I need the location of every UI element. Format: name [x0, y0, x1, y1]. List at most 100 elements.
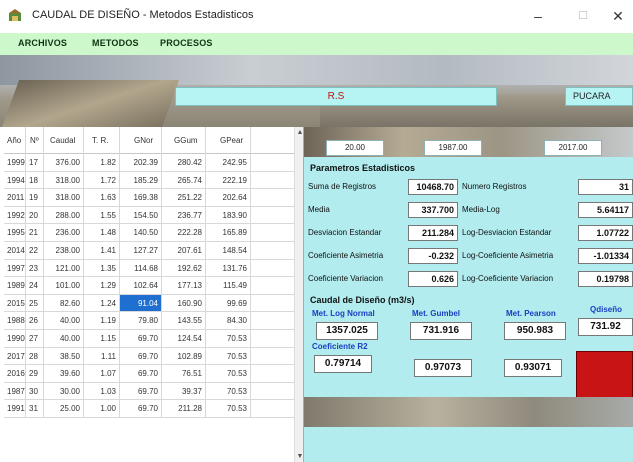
cell-gpear[interactable]: 242.95	[206, 154, 251, 171]
media-field[interactable]: 337.700	[408, 202, 458, 218]
col-header-tr[interactable]: T. R.	[84, 127, 120, 154]
cell-numero[interactable]: 27	[26, 330, 44, 347]
cell-caudal[interactable]: 318.00	[44, 171, 84, 189]
cell-tr[interactable]: 1.41	[84, 242, 120, 259]
end-year-input[interactable]: 2017.00	[544, 140, 602, 156]
cell-anio[interactable]: 1991	[4, 400, 26, 417]
cell-anio[interactable]: 1994	[4, 171, 26, 189]
cell-gnor[interactable]: 69.70	[120, 365, 162, 382]
cell-caudal[interactable]: 376.00	[44, 154, 84, 171]
cell-anio[interactable]: 1997	[4, 259, 26, 277]
table-row[interactable]: 1994 18 318.00 1.72 185.29 265.74 222.19	[4, 171, 294, 190]
cell-caudal[interactable]: 121.00	[44, 259, 84, 277]
cell-tr[interactable]: 1.24	[84, 294, 120, 312]
cell-caudal[interactable]: 30.00	[44, 382, 84, 400]
table-row[interactable]: 1991 31 25.00 1.00 69.70 211.28 70.53	[4, 400, 294, 418]
cell-gpear[interactable]: 99.69	[206, 294, 251, 312]
menu-procesos[interactable]: PROCESOS	[160, 38, 213, 48]
cell-gpear[interactable]: 70.53	[206, 365, 251, 382]
cell-tr[interactable]: 1.19	[84, 312, 120, 329]
cell-numero[interactable]: 28	[26, 347, 44, 365]
cell-ggum[interactable]: 207.61	[162, 242, 206, 259]
table-row[interactable]: 1988 26 40.00 1.19 79.80 143.55 84.30	[4, 312, 294, 330]
cell-numero[interactable]: 26	[26, 312, 44, 329]
cell-numero[interactable]: 31	[26, 400, 44, 417]
lognormal-field[interactable]: 1357.025	[316, 322, 378, 340]
cell-caudal[interactable]: 236.00	[44, 224, 84, 241]
cell-caudal[interactable]: 40.00	[44, 312, 84, 329]
cell-anio[interactable]: 2016	[4, 365, 26, 382]
cell-tr[interactable]: 1.55	[84, 206, 120, 224]
vertical-scrollbar[interactable]: ▲ ▼	[294, 127, 303, 462]
cell-gpear[interactable]: 70.53	[206, 330, 251, 347]
cell-caudal[interactable]: 82.60	[44, 294, 84, 312]
cell-gpear[interactable]: 165.89	[206, 224, 251, 241]
cell-anio[interactable]: 1990	[4, 330, 26, 347]
table-row[interactable]: 1997 23 121.00 1.35 114.68 192.62 131.76	[4, 259, 294, 278]
log-desviacion-field[interactable]: 1.07722	[578, 225, 633, 241]
cell-caudal[interactable]: 25.00	[44, 400, 84, 417]
cell-anio[interactable]: 1987	[4, 382, 26, 400]
table-row[interactable]: 1995 21 236.00 1.48 140.50 222.28 165.89	[4, 224, 294, 242]
cell-tr[interactable]: 1.72	[84, 171, 120, 189]
cell-gpear[interactable]: 148.54	[206, 242, 251, 259]
cell-ggum[interactable]: 177.13	[162, 277, 206, 294]
cell-anio[interactable]: 2014	[4, 242, 26, 259]
cell-anio[interactable]: 2017	[4, 347, 26, 365]
cell-tr[interactable]: 1.29	[84, 277, 120, 294]
r2-lognormal-field[interactable]: 0.79714	[314, 355, 372, 373]
cell-gpear[interactable]: 84.30	[206, 312, 251, 329]
cell-numero[interactable]: 22	[26, 242, 44, 259]
cell-anio[interactable]: 2015	[4, 294, 26, 312]
r2-pearson-field[interactable]: 0.93071	[504, 359, 562, 377]
col-header-anio[interactable]: Año	[4, 127, 26, 154]
col-header-ggum[interactable]: GGum	[162, 127, 206, 154]
table-row[interactable]: 2015 25 82.60 1.24 91.04 160.90 99.69	[4, 294, 294, 313]
cell-numero[interactable]: 17	[26, 154, 44, 171]
cell-tr[interactable]: 1.63	[84, 189, 120, 206]
cell-anio[interactable]: 2011	[4, 189, 26, 206]
desviacion-field[interactable]: 211.284	[408, 225, 458, 241]
cell-gnor[interactable]: 69.70	[120, 330, 162, 347]
table-row[interactable]: 1992 20 288.00 1.55 154.50 236.77 183.90	[4, 206, 294, 225]
cell-gpear[interactable]: 183.90	[206, 206, 251, 224]
cell-ggum[interactable]: 143.55	[162, 312, 206, 329]
cell-gnor[interactable]: 79.80	[120, 312, 162, 329]
cell-gnor[interactable]: 127.27	[120, 242, 162, 259]
cell-tr[interactable]: 1.35	[84, 259, 120, 277]
cell-anio[interactable]: 1988	[4, 312, 26, 329]
gumbel-field[interactable]: 731.916	[410, 322, 472, 340]
table-row[interactable]: 1989 24 101.00 1.29 102.64 177.13 115.49	[4, 277, 294, 295]
qdiseno-field[interactable]: 731.92	[578, 318, 633, 336]
cell-caudal[interactable]: 40.00	[44, 330, 84, 347]
cell-anio[interactable]: 1989	[4, 277, 26, 294]
cell-ggum[interactable]: 211.28	[162, 400, 206, 417]
table-row[interactable]: 2011 19 318.00 1.63 169.38 251.22 202.64	[4, 189, 294, 207]
cell-gpear[interactable]: 202.64	[206, 189, 251, 206]
cell-ggum[interactable]: 39.37	[162, 382, 206, 400]
menu-archivos[interactable]: ARCHIVOS	[18, 38, 67, 48]
cell-gpear[interactable]: 222.19	[206, 171, 251, 189]
cell-numero[interactable]: 30	[26, 382, 44, 400]
close-button[interactable]: ✕	[600, 5, 633, 27]
col-header-gnor[interactable]: GNor	[120, 127, 162, 154]
log-asimetria-field[interactable]: -1.01334	[578, 248, 633, 264]
cell-tr[interactable]: 1.15	[84, 330, 120, 347]
cell-caudal[interactable]: 39.60	[44, 365, 84, 382]
table-row[interactable]: 1990 27 40.00 1.15 69.70 124.54 70.53	[4, 330, 294, 348]
r2-gumbel-field[interactable]: 0.97073	[414, 359, 472, 377]
scroll-down-icon[interactable]: ▼	[295, 453, 303, 460]
cell-ggum[interactable]: 265.74	[162, 171, 206, 189]
cell-ggum[interactable]: 160.90	[162, 294, 206, 312]
cell-anio[interactable]: 1992	[4, 206, 26, 224]
cell-gpear[interactable]: 115.49	[206, 277, 251, 294]
cell-gnor[interactable]: 102.64	[120, 277, 162, 294]
cell-numero[interactable]: 29	[26, 365, 44, 382]
cell-ggum[interactable]: 280.42	[162, 154, 206, 171]
col-header-gpear[interactable]: GPear	[206, 127, 251, 154]
variacion-field[interactable]: 0.626	[408, 271, 458, 287]
cell-gnor[interactable]: 202.39	[120, 154, 162, 171]
suma-registros-field[interactable]: 10468.70	[408, 179, 458, 195]
cell-tr[interactable]: 1.03	[84, 382, 120, 400]
cell-gpear[interactable]: 70.53	[206, 347, 251, 365]
